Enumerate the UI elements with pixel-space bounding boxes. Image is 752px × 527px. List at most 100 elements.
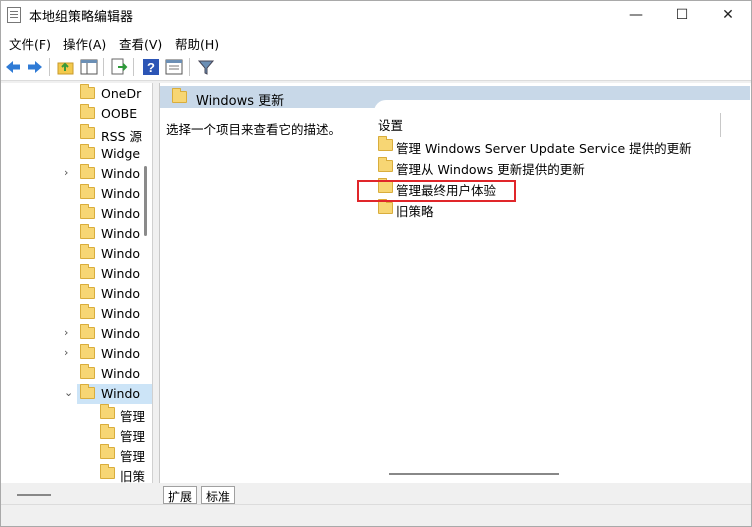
chevron-down-icon[interactable]: ⌄ — [64, 386, 73, 399]
folder-icon — [100, 404, 115, 419]
close-button[interactable]: ✕ — [705, 1, 751, 29]
tree-child-label: 旧策 — [120, 469, 146, 483]
toolbar-separator — [103, 58, 104, 76]
folder-icon — [80, 204, 95, 219]
tree-item[interactable]: › Windo — [64, 344, 152, 364]
tree-item-label: OneDr — [101, 86, 142, 101]
svg-text:?: ? — [147, 60, 155, 75]
folder-icon — [80, 344, 95, 359]
tree-horizontal-scrollbar[interactable] — [1, 483, 153, 503]
folder-icon — [80, 104, 95, 119]
folder-icon — [378, 157, 393, 172]
folder-icon — [80, 284, 95, 299]
list-item[interactable]: 管理从 Windows 更新提供的更新 — [376, 157, 746, 177]
folder-icon — [80, 304, 95, 319]
window-title: 本地组策略编辑器 — [29, 10, 134, 25]
list-item[interactable]: 管理 Windows Server Update Service 提供的更新 — [376, 136, 746, 156]
chevron-right-icon[interactable]: › — [64, 326, 68, 339]
back-arrow-icon[interactable] — [3, 57, 23, 77]
tree-child-label: 管理 — [120, 449, 146, 464]
folder-icon — [80, 184, 95, 199]
tree-item[interactable]: Widge — [77, 144, 152, 164]
properties-icon[interactable] — [164, 57, 184, 77]
help-icon[interactable]: ? — [141, 57, 161, 77]
folder-icon — [100, 424, 115, 439]
tree-item-label: Windo — [101, 266, 141, 281]
list-item[interactable]: 旧策略 — [376, 199, 746, 219]
tree-item[interactable]: Windo — [77, 304, 152, 324]
menu-view[interactable]: 查看(V) — [119, 34, 162, 53]
minimize-button[interactable]: — — [613, 1, 659, 29]
description-panel: 选择一个项目来查看它的描述。 — [160, 108, 374, 483]
tree-item[interactable]: OneDr — [77, 84, 152, 104]
column-header-settings[interactable]: 设置 — [378, 115, 403, 134]
tree-child-item[interactable]: 管理 — [97, 404, 152, 424]
menu-file[interactable]: 文件(F) — [9, 34, 51, 53]
tree-item-label: Windo — [101, 246, 141, 261]
settings-list: 设置 管理 Windows Server Update Service 提供的更… — [374, 100, 750, 483]
forward-arrow-icon[interactable] — [25, 57, 45, 77]
tree-item[interactable]: ⌄ Windo — [64, 384, 152, 404]
title-bar: 本地组策略编辑器 — ☐ ✕ — [1, 1, 751, 29]
toolbar-separator — [133, 58, 134, 76]
folder-icon — [80, 84, 95, 99]
tree-item-label: Windo — [101, 386, 141, 401]
tree-item[interactable]: Windo — [77, 224, 152, 244]
folder-icon — [100, 444, 115, 459]
tree-child-label: 管理 — [120, 409, 146, 424]
tree-item[interactable]: Windo — [77, 204, 152, 224]
chevron-right-icon[interactable]: › — [64, 346, 68, 359]
menu-help[interactable]: 帮助(H) — [175, 34, 219, 53]
tree-item-label: Windo — [101, 286, 141, 301]
toolbar-separator — [49, 58, 50, 76]
list-item-label: 旧策略 — [396, 204, 434, 219]
chevron-right-icon[interactable]: › — [64, 166, 68, 179]
filter-icon[interactable] — [196, 57, 216, 77]
tree-item[interactable]: Windo — [77, 364, 152, 384]
list-item-label: 管理从 Windows 更新提供的更新 — [396, 162, 585, 177]
menu-bar: 文件(F) 操作(A) 查看(V) 帮助(H) — [1, 29, 751, 53]
tree-item[interactable]: Windo — [77, 284, 152, 304]
tree-scrollbar-thumb[interactable] — [144, 166, 147, 236]
folder-icon — [378, 136, 393, 151]
folder-icon — [80, 244, 95, 259]
folder-icon — [100, 464, 115, 479]
tree-item[interactable]: › Windo — [64, 164, 152, 184]
tree-child-item[interactable]: 管理 — [97, 424, 152, 444]
tree-item-label: RSS 源 — [101, 129, 143, 144]
folder-icon — [378, 199, 393, 214]
tab-standard[interactable]: 标准 — [201, 486, 236, 504]
tree-item-label: Windo — [101, 206, 141, 221]
tree-child-item[interactable]: 旧策 — [97, 464, 152, 483]
tree-item[interactable]: RSS 源 — [77, 124, 152, 144]
tree-item-label: OOBE — [101, 106, 138, 121]
folder-icon — [80, 124, 95, 139]
up-folder-icon[interactable] — [56, 57, 76, 77]
folder-icon — [80, 224, 95, 239]
policy-tree-pane[interactable]: OneDr OOBE RSS 源 Widge › Windo Windo Windo Windo… — [1, 83, 153, 483]
toolbar: ? — [1, 53, 751, 81]
folder-icon — [172, 88, 187, 103]
status-bar — [1, 504, 751, 526]
tab-extended[interactable]: 扩展 — [163, 486, 198, 504]
export-list-icon[interactable] — [109, 57, 129, 77]
details-pane: Windows 更新 选择一个项目来查看它的描述。 设置 管理 Windows … — [159, 83, 751, 483]
tree-item[interactable]: Windo — [77, 184, 152, 204]
menu-action[interactable]: 操作(A) — [63, 34, 106, 53]
tree-hscroll-thumb[interactable] — [17, 494, 51, 496]
view-tabs: 扩展 标准 — [161, 484, 751, 504]
list-vertical-scrollbar[interactable] — [720, 113, 721, 137]
list-horizontal-scrollbar[interactable] — [389, 473, 559, 475]
folder-icon — [80, 364, 95, 379]
show-hide-tree-icon[interactable] — [79, 57, 99, 77]
tree-item[interactable]: OOBE — [77, 104, 152, 124]
maximize-button[interactable]: ☐ — [659, 1, 705, 29]
tree-item[interactable]: Windo — [77, 244, 152, 264]
tree-child-item[interactable]: 管理 — [97, 444, 152, 464]
details-header-title: Windows 更新 — [196, 94, 285, 109]
tree-item-label: Windo — [101, 346, 141, 361]
tree-item[interactable]: › Windo — [64, 324, 152, 344]
tree-item[interactable]: Windo — [77, 264, 152, 284]
tree-item-label: Widge — [101, 146, 141, 161]
tree-item-label: Windo — [101, 226, 141, 241]
